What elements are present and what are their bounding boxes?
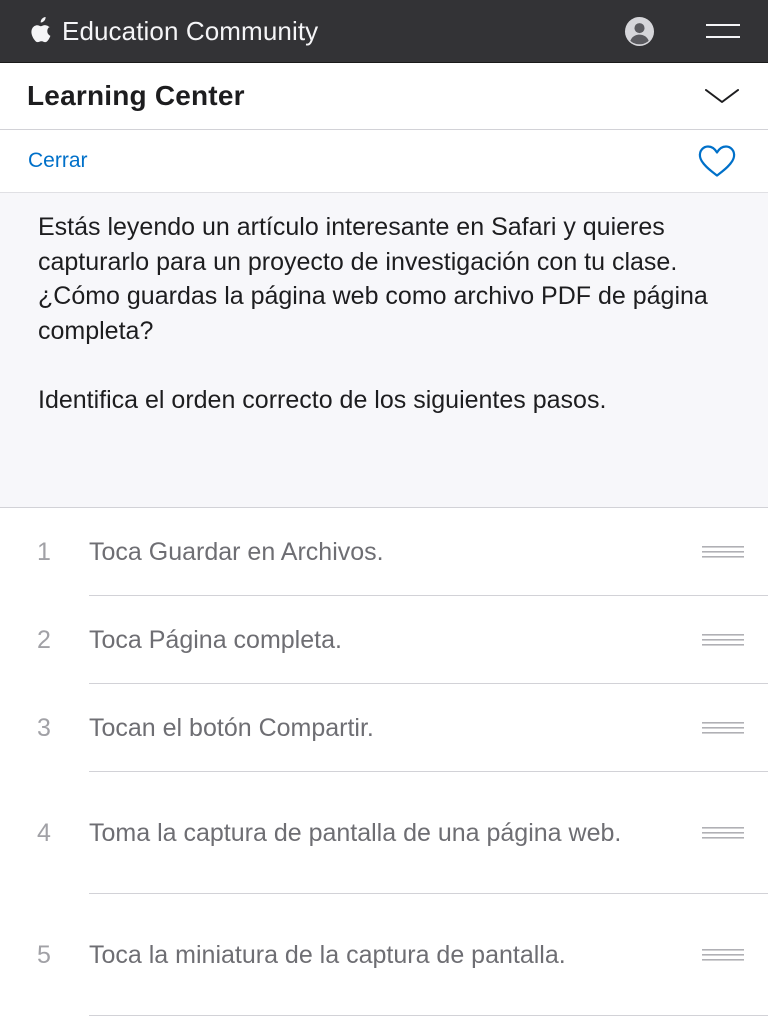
step-item[interactable]: 2 Toca Página completa. [0, 596, 768, 684]
expand-nav-button[interactable] [704, 84, 740, 108]
question-instruction: Identifica el orden correcto de los sigu… [38, 385, 607, 414]
account-button[interactable] [622, 14, 656, 48]
learning-center-nav: Learning Center [0, 63, 768, 130]
step-item[interactable]: 1 Toca Guardar en Archivos. [0, 508, 768, 596]
drag-handle-icon[interactable] [702, 718, 744, 738]
drag-handle-icon[interactable] [702, 823, 744, 843]
step-number: 4 [37, 818, 51, 847]
account-icon [624, 16, 654, 46]
step-number: 5 [37, 940, 51, 969]
sortable-steps-list: 1 Toca Guardar en Archivos. 2 Toca Págin… [0, 508, 768, 1016]
step-text: Toca Guardar en Archivos. [89, 537, 384, 566]
hamburger-menu-icon [706, 24, 740, 38]
step-text: Toma la captura de pantalla de una págin… [89, 818, 622, 847]
step-item[interactable]: 5 Toca la miniatura de la captura de pan… [0, 894, 768, 1016]
heart-outline-icon [698, 145, 736, 177]
drag-handle-icon[interactable] [702, 630, 744, 650]
apple-logo-icon [28, 16, 54, 46]
step-number: 3 [37, 713, 51, 742]
action-bar: Cerrar [0, 130, 768, 193]
question-panel: Estás leyendo un artículo interesante en… [0, 193, 768, 508]
global-nav: Education Community [0, 0, 768, 63]
drag-handle-icon[interactable] [702, 542, 744, 562]
step-number: 1 [37, 537, 51, 566]
close-link[interactable]: Cerrar [28, 149, 88, 173]
step-item[interactable]: 4 Toma la captura de pantalla de una pág… [0, 772, 768, 894]
step-item[interactable]: 3 Tocan el botón Compartir. [0, 684, 768, 772]
menu-button[interactable] [706, 16, 740, 46]
step-number: 2 [37, 625, 51, 654]
brand-label: Education Community [62, 15, 319, 46]
step-text: Toca Página completa. [89, 625, 342, 654]
question-prompt: Estás leyendo un artículo interesante en… [38, 213, 708, 345]
page-title: Learning Center [27, 80, 245, 111]
chevron-down-icon [705, 89, 739, 103]
drag-handle-icon[interactable] [702, 945, 744, 965]
brand-link[interactable]: Education Community [28, 16, 318, 47]
step-text: Tocan el botón Compartir. [89, 713, 374, 742]
step-text: Toca la miniatura de la captura de panta… [89, 940, 566, 969]
favorite-button[interactable] [696, 143, 738, 179]
